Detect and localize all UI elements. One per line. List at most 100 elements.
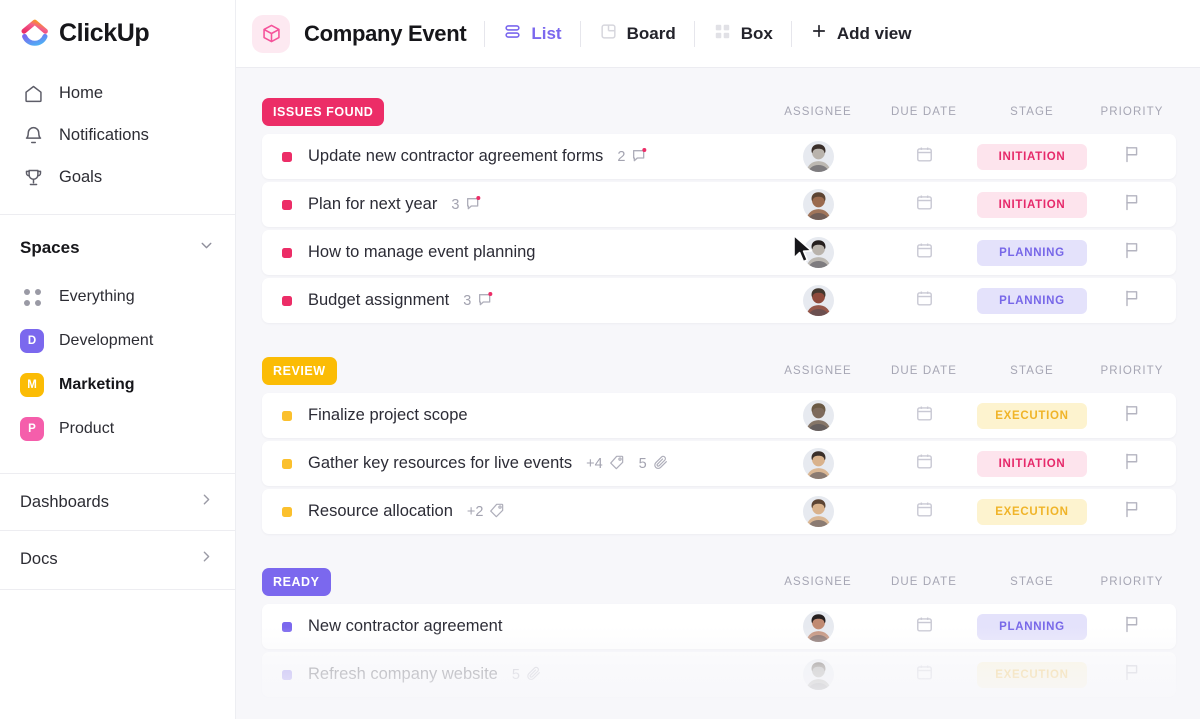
comment-count[interactable]: 2 — [617, 147, 647, 167]
avatar[interactable] — [802, 285, 834, 316]
sidebar-item-notifications[interactable]: Notifications — [0, 114, 235, 156]
stage-cell[interactable]: INITIATION — [976, 143, 1088, 170]
sidebar-item-development[interactable]: D Development — [0, 319, 235, 363]
task-title[interactable]: Gather key resources for live events — [308, 454, 572, 473]
assignee-cell[interactable] — [764, 237, 872, 268]
column-header-assignee[interactable]: ASSIGNEE — [764, 576, 872, 588]
avatar[interactable] — [802, 659, 834, 690]
status-badge[interactable]: INITIATION — [977, 143, 1087, 170]
avatar[interactable] — [802, 400, 834, 431]
status-badge[interactable]: EXECUTION — [977, 402, 1087, 429]
task-title[interactable]: Refresh company website — [308, 665, 498, 684]
table-row[interactable]: Gather key resources for live events +4 5 I… — [262, 441, 1176, 486]
status-badge[interactable]: EXECUTION — [977, 498, 1087, 525]
tab-box[interactable]: Box — [713, 22, 773, 46]
assignee-cell[interactable] — [764, 448, 872, 479]
avatar[interactable] — [802, 448, 834, 479]
priority-cell[interactable] — [1088, 403, 1176, 428]
stage-cell[interactable]: PLANNING — [976, 613, 1088, 640]
assignee-cell[interactable] — [764, 659, 872, 690]
task-title[interactable]: New contractor agreement — [308, 617, 502, 636]
due-date-cell[interactable] — [872, 663, 976, 687]
task-status-dot[interactable] — [282, 247, 292, 258]
due-date-cell[interactable] — [872, 289, 976, 313]
assignee-cell[interactable] — [764, 611, 872, 642]
column-header-priority[interactable]: PRIORITY — [1088, 576, 1176, 588]
assignee-cell[interactable] — [764, 141, 872, 172]
status-badge[interactable]: EXECUTION — [977, 661, 1087, 688]
due-date-cell[interactable] — [872, 241, 976, 265]
task-title[interactable]: Resource allocation — [308, 502, 453, 521]
table-row[interactable]: Resource allocation +2 EXECUTION — [262, 489, 1176, 534]
column-header-assignee[interactable]: ASSIGNEE — [764, 365, 872, 377]
chevron-down-icon[interactable] — [198, 237, 215, 259]
task-status-dot[interactable] — [282, 199, 292, 210]
sidebar-item-everything[interactable]: Everything — [0, 275, 235, 319]
due-date-cell[interactable] — [872, 500, 976, 524]
column-header-priority[interactable]: PRIORITY — [1088, 365, 1176, 377]
task-title[interactable]: Update new contractor agreement forms — [308, 147, 603, 166]
column-header-assignee[interactable]: ASSIGNEE — [764, 106, 872, 118]
assignee-cell[interactable] — [764, 189, 872, 220]
assignee-cell[interactable] — [764, 496, 872, 527]
avatar[interactable] — [802, 141, 834, 172]
column-header-due-date[interactable]: DUE DATE — [872, 576, 976, 588]
stage-cell[interactable]: PLANNING — [976, 239, 1088, 266]
priority-cell[interactable] — [1088, 192, 1176, 217]
sidebar-item-product[interactable]: P Product — [0, 407, 235, 451]
task-status-dot[interactable] — [282, 669, 292, 680]
tag-count[interactable]: +2 — [467, 502, 506, 522]
stage-cell[interactable]: INITIATION — [976, 450, 1088, 477]
due-date-cell[interactable] — [872, 145, 976, 169]
priority-cell[interactable] — [1088, 451, 1176, 476]
task-title[interactable]: Finalize project scope — [308, 406, 468, 425]
table-row[interactable]: New contractor agreement PLANNING — [262, 604, 1176, 649]
brand[interactable]: ClickUp — [0, 0, 235, 64]
due-date-cell[interactable] — [872, 452, 976, 476]
stage-cell[interactable]: EXECUTION — [976, 402, 1088, 429]
priority-cell[interactable] — [1088, 144, 1176, 169]
avatar[interactable] — [802, 237, 834, 268]
task-status-dot[interactable] — [282, 410, 292, 421]
status-badge[interactable]: PLANNING — [977, 239, 1087, 266]
sidebar-item-goals[interactable]: Goals — [0, 156, 235, 198]
task-status-dot[interactable] — [282, 621, 292, 632]
status-badge[interactable]: INITIATION — [977, 191, 1087, 218]
attachment-count[interactable]: 5 — [639, 454, 669, 474]
assignee-cell[interactable] — [764, 285, 872, 316]
priority-cell[interactable] — [1088, 662, 1176, 687]
due-date-cell[interactable] — [872, 615, 976, 639]
add-view-button[interactable]: Add view — [810, 22, 911, 45]
tag-count[interactable]: +4 — [586, 454, 625, 474]
task-status-dot[interactable] — [282, 458, 292, 469]
stage-cell[interactable]: EXECUTION — [976, 498, 1088, 525]
table-row[interactable]: How to manage event planning PLANNING — [262, 230, 1176, 275]
task-status-dot[interactable] — [282, 506, 292, 517]
task-title[interactable]: Plan for next year — [308, 195, 437, 214]
due-date-cell[interactable] — [872, 193, 976, 217]
avatar[interactable] — [802, 496, 834, 527]
status-badge[interactable]: INITIATION — [977, 450, 1087, 477]
group-status-badge[interactable]: ISSUES FOUND — [262, 98, 385, 126]
stage-cell[interactable]: PLANNING — [976, 287, 1088, 314]
task-status-dot[interactable] — [282, 151, 292, 162]
table-row[interactable]: Finalize project scope EXECUTION — [262, 393, 1176, 438]
comment-count[interactable]: 3 — [451, 195, 481, 215]
avatar[interactable] — [802, 611, 834, 642]
spaces-header[interactable]: Spaces — [0, 217, 235, 275]
table-row[interactable]: Plan for next year 3 INITIATION — [262, 182, 1176, 227]
group-status-badge[interactable]: REVIEW — [262, 357, 337, 385]
status-badge[interactable]: PLANNING — [977, 287, 1087, 314]
stage-cell[interactable]: EXECUTION — [976, 661, 1088, 688]
sidebar-item-marketing[interactable]: M Marketing — [0, 363, 235, 407]
sidebar-item-docs[interactable]: Docs — [0, 530, 235, 587]
table-row[interactable]: Update new contractor agreement forms 2 IN… — [262, 134, 1176, 179]
column-header-priority[interactable]: PRIORITY — [1088, 106, 1176, 118]
task-title[interactable]: Budget assignment — [308, 291, 449, 310]
table-row[interactable]: Refresh company website 5 EXECUTION — [262, 652, 1176, 697]
group-status-badge[interactable]: READY — [262, 568, 331, 596]
avatar[interactable] — [802, 189, 834, 220]
priority-cell[interactable] — [1088, 499, 1176, 524]
column-header-stage[interactable]: STAGE — [976, 576, 1088, 588]
task-title[interactable]: How to manage event planning — [308, 243, 536, 262]
